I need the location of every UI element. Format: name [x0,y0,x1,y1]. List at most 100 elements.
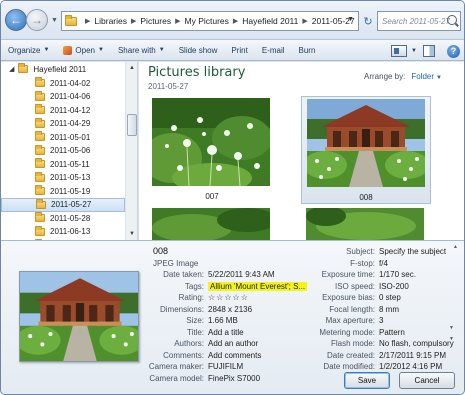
dropdown-arrow-icon[interactable]: ▼ [449,325,454,331]
print-button[interactable]: Print [224,39,254,61]
folder-icon [35,212,45,222]
tree-item[interactable]: 2011-05-28 [1,211,125,225]
tree-item[interactable]: 2011-04-02 [1,76,125,90]
property-label: Subject: [346,247,375,256]
subject-value[interactable]: Specify the subject [379,247,446,256]
scroll-down-arrow-icon[interactable]: ▼ [126,228,137,240]
allium-flowers-photo[interactable] [152,98,270,186]
max-aperture-value[interactable]: 3 [379,316,383,325]
gazebo-photo[interactable] [307,99,425,187]
thumbnail-caption: 007 [205,192,219,201]
exposure-time-value[interactable]: 1/170 sec. [379,270,416,279]
breadcrumb[interactable]: ▶ Libraries ▶ Pictures ▶ My Pictures ▶ H… [61,11,359,31]
breadcrumb-my-pictures[interactable]: My Pictures [185,16,229,26]
tree-item-selected[interactable]: 2011-05-27 [1,197,125,212]
tree-item-label: 2011-04-29 [50,119,91,128]
property-label-cell: Camera model: [1,373,204,384]
address-bar-area: ← → ▼ ▶ Libraries ▶ Pictures ▶ My Pictur… [1,1,464,39]
forward-button[interactable]: → [26,9,48,31]
preview-pane-icon[interactable] [423,45,435,57]
breadcrumb-hayefield-2011[interactable]: Hayefield 2011 [242,16,298,26]
tree-scrollbar[interactable]: ▲ ▼ [125,62,137,240]
date-created-value[interactable]: 2/17/2011 9:15 PM [379,351,446,360]
refresh-icon[interactable]: ↻ [361,11,375,31]
property-label: Camera model: [149,373,204,383]
address-history-dropdown-icon[interactable]: ▼ [347,16,354,23]
allium-flowers-image [152,98,270,186]
navigation-pane: ◢ Hayefield 2011 2011-04-02 2011-04-06 201… [1,62,138,240]
recent-pages-dropdown-icon[interactable]: ▼ [51,17,58,24]
command-bar: Organize ▼ Open ▼ Share with ▼ Slide show P… [1,39,464,62]
property-label: Date modified: [323,362,375,371]
tree-item[interactable]: 2011-04-06 [1,90,125,104]
tree-item[interactable]: 2011-05-06 [1,144,125,158]
change-view-icon[interactable] [391,45,408,57]
metering-mode-value[interactable]: Pattern [379,328,405,337]
email-button[interactable]: E-mail [255,39,292,61]
back-button[interactable]: ← [5,9,27,31]
breadcrumb-chevron-icon[interactable]: ▶ [131,17,136,25]
chevron-down-icon: ▼ [98,47,104,53]
exposure-bias-value[interactable]: 0 step [379,293,401,302]
thumbnail-tile-selected[interactable]: 008 [301,96,431,204]
chevron-down-icon: ▼ [43,47,50,53]
folder-icon [35,90,45,101]
partial-thumbnail-photo[interactable] [152,208,270,240]
camera-model-value[interactable]: FinePix S7000 [208,374,260,383]
scroll-up-arrow-icon[interactable]: ▲ [453,244,458,250]
tree-item-label: 2011-05-27 [51,200,92,209]
breadcrumb-libraries[interactable]: Libraries [94,16,127,26]
tree-item[interactable]: 2011-04-29 [1,117,125,131]
iso-speed-value[interactable]: ISO-200 [379,282,409,291]
tree-item-parent[interactable]: ◢ Hayefield 2011 [1,62,125,76]
property-label: Exposure time: [321,270,375,279]
breadcrumb-chevron-icon[interactable]: ▶ [302,17,307,25]
organize-label: Organize [8,45,41,55]
open-button[interactable]: Open ▼ [56,39,111,61]
slide-show-button[interactable]: Slide show [172,39,225,61]
tree-item[interactable]: 2011-05-11 [1,157,125,171]
breadcrumb-chevron-icon[interactable]: ▶ [85,17,90,25]
property-label-cell: Date modified: [1,361,375,372]
flash-mode-value[interactable]: No flash, compulsory [379,339,454,348]
breadcrumb-pictures[interactable]: Pictures [140,16,171,26]
help-icon[interactable]: ? [447,44,460,58]
tree-item[interactable]: 2011-05-01 [1,130,125,144]
date-modified-value[interactable]: 1/2/2012 4:16 PM [379,362,442,371]
property-label: Date created: [326,350,375,360]
chevron-down-icon[interactable]: ▼ [411,48,417,54]
cancel-button[interactable]: Cancel [399,372,455,389]
expand-arrow-icon[interactable]: ◢ [9,65,14,73]
property-label-cell: Subject: [1,246,375,257]
arrange-by-dropdown[interactable]: Folder [411,72,434,81]
thumbnail-tile[interactable]: 007 [147,96,277,204]
tree-item[interactable]: 2011-05-13 [1,171,125,185]
organize-button[interactable]: Organize ▼ [1,39,56,61]
chevron-down-icon: ▼ [158,47,165,53]
share-with-button[interactable]: Share with ▼ [111,39,172,61]
folder-icon [35,185,45,195]
share-with-label: Share with [117,45,156,55]
toolbar-right-group: ▼ ? [387,40,464,62]
search-input[interactable]: Search 2011-05-27 [377,11,461,31]
folder-icon [35,158,45,168]
chevron-down-icon[interactable]: ▼ [436,75,442,81]
breadcrumb-chevron-icon[interactable]: ▶ [175,17,180,25]
burn-button[interactable]: Burn [292,39,323,61]
tree-item[interactable]: 2011-06-13 [1,225,125,239]
save-button[interactable]: Save [344,372,390,389]
tree-item[interactable]: 2011-04-12 [1,103,125,117]
tree-item-label: 2011-05-28 [50,213,91,223]
dropdown-arrow-icon[interactable]: ▼ [449,336,454,342]
search-placeholder: Search 2011-05-27 [382,16,450,26]
breadcrumb-chevron-icon[interactable]: ▶ [233,17,238,25]
scroll-thumb[interactable] [127,114,137,136]
f-stop-value[interactable]: f/4 [379,259,388,268]
tree-item[interactable]: 2011-05-19 [1,184,125,198]
folder-icon [35,104,45,114]
focal-length-value[interactable]: 8 mm [379,305,399,314]
scroll-up-arrow-icon[interactable]: ▲ [126,62,137,74]
property-label-cell: Date created: [1,350,375,361]
partial-thumbnail-photo[interactable] [306,208,424,240]
tree-item-label: 2011-05-11 [50,159,90,169]
